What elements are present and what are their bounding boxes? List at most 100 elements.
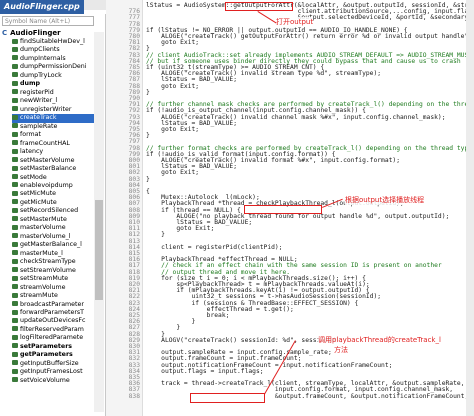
sidebar-item[interactable]: setRecordSilenced <box>12 207 94 215</box>
sidebar-item-label: setParameters <box>20 342 73 350</box>
sidebar-item[interactable]: dumpPermissionDeni <box>12 63 94 71</box>
sidebar-item-label: getInputFramesLost <box>20 368 83 376</box>
function-icon <box>12 80 18 86</box>
code-line[interactable]: } <box>146 132 472 139</box>
sidebar-item[interactable]: setStreamVolume <box>12 267 94 275</box>
sidebar-item-label: checkStreamType <box>20 258 76 266</box>
tree-root-audioflinger[interactable]: C AudioFlinger <box>2 29 61 38</box>
sidebar-item[interactable]: forwardParametersT <box>12 309 94 317</box>
sidebar-item-label: dumpPermissionDeni <box>20 63 87 71</box>
sidebar-item[interactable]: getParameters <box>12 351 94 359</box>
sidebar-item[interactable]: newWriter_l <box>12 97 94 105</box>
sidebar-item[interactable]: sampleRate <box>12 123 94 131</box>
sidebar-item[interactable]: masterVolume_l <box>12 233 94 241</box>
code-line[interactable]: } <box>146 176 472 183</box>
sidebar-item[interactable]: getMasterBalance_l <box>12 241 94 249</box>
function-icon <box>12 148 18 154</box>
sidebar-item-label: frameCountHAL <box>20 139 70 147</box>
function-icon <box>12 317 18 323</box>
symbol-search-input[interactable]: Symbol Name (Alt+L) <box>2 16 94 26</box>
sidebar-item[interactable]: setVoiceVolume <box>12 377 94 385</box>
sidebar-item[interactable]: getInputBufferSize <box>12 360 94 368</box>
code-line[interactable]: } <box>146 89 472 96</box>
sidebar-item-label: latency <box>20 148 44 156</box>
annotation-label-call-createtrack: 调用playbackThread的createTrack_l <box>318 335 441 345</box>
sidebar-item[interactable]: masterMute_l <box>12 250 94 258</box>
sidebar-item[interactable]: logFilteredParamete <box>12 334 94 342</box>
function-icon <box>12 275 18 281</box>
sidebar-item[interactable]: checkStreamType <box>12 258 94 266</box>
function-icon <box>12 199 18 205</box>
function-icon <box>12 46 18 52</box>
sidebar-item-label: setMasterMute <box>20 215 67 223</box>
function-icon <box>12 190 18 196</box>
function-icon <box>12 123 18 129</box>
sidebar-item-label: masterVolume_l <box>20 232 71 240</box>
sidebar-item[interactable]: setMode <box>12 174 94 182</box>
sidebar-item[interactable]: dump <box>12 80 94 88</box>
sidebar-item[interactable]: getMicMute <box>12 199 94 207</box>
symbol-sidebar: Symbol Name (Alt+L) C AudioFlinger findSu… <box>0 14 106 416</box>
sidebar-item[interactable]: findSuitableHwDev_l <box>12 38 94 46</box>
sidebar-item-label: setVoiceVolume <box>20 376 70 384</box>
sidebar-item-label: getInputBufferSize <box>20 359 79 367</box>
sidebar-item[interactable]: streamVolume <box>12 284 94 292</box>
sidebar-item-label: sampleRate <box>20 122 58 130</box>
sidebar-item[interactable]: latency <box>12 148 94 156</box>
sidebar-item[interactable]: format <box>12 131 94 139</box>
function-icon <box>12 157 18 163</box>
sidebar-item-label: dumpInternals <box>20 54 66 62</box>
sidebar-item-label: masterMute_l <box>20 249 63 257</box>
sidebar-item[interactable]: setMasterMute <box>12 216 94 224</box>
sidebar-item-label: broadcastParameter <box>20 300 84 308</box>
sidebar-item[interactable]: setMasterVolume <box>12 157 94 165</box>
function-icon <box>12 38 18 44</box>
function-icon <box>12 72 18 78</box>
function-icon <box>12 165 18 171</box>
function-icon <box>12 224 18 230</box>
code-line[interactable]: client = registerPid(clientPid); <box>146 244 472 251</box>
sidebar-item[interactable]: setMasterBalance <box>12 165 94 173</box>
sidebar-item[interactable]: registerPid <box>12 89 94 97</box>
sidebar-item[interactable]: setStreamMute <box>12 275 94 283</box>
sidebar-item[interactable]: streamMute <box>12 292 94 300</box>
sidebar-item[interactable]: masterVolume <box>12 224 94 232</box>
sidebar-item[interactable]: unregisterWriter <box>12 106 94 114</box>
annotation-box-getoutputforattr <box>225 2 293 11</box>
sidebar-scrollbar[interactable] <box>94 32 104 412</box>
annotation-label-open-output: 打开output <box>276 17 314 27</box>
sidebar-item-label: enablevoipdump <box>20 181 73 189</box>
function-icon <box>12 351 18 357</box>
sidebar-item[interactable]: dumpInternals <box>12 55 94 63</box>
function-icon <box>12 250 18 256</box>
sidebar-item[interactable]: getInputFramesLost <box>12 368 94 376</box>
file-tab[interactable]: AudioFlinger.cpp <box>0 0 84 14</box>
function-icon <box>12 360 18 366</box>
sidebar-scroll-thumb[interactable] <box>95 200 103 300</box>
function-icon <box>12 140 18 146</box>
class-icon: C <box>2 29 8 37</box>
sidebar-item[interactable]: dumpClients <box>12 46 94 54</box>
sidebar-item[interactable]: updateOutDevicesFc <box>12 317 94 325</box>
function-icon <box>12 241 18 247</box>
function-icon <box>12 55 18 61</box>
sidebar-item[interactable]: broadcastParameter <box>12 301 94 309</box>
function-icon <box>12 216 18 222</box>
code-line[interactable]: } <box>146 231 472 238</box>
sidebar-item[interactable]: frameCountHAL <box>12 140 94 148</box>
editor-scrollbar[interactable] <box>466 0 474 416</box>
tree-root-label: AudioFlinger <box>10 29 61 37</box>
sidebar-item-label: setMasterBalance <box>20 165 77 173</box>
sidebar-item-label: setStreamVolume <box>20 266 76 274</box>
sidebar-item[interactable]: setParameters <box>12 343 94 351</box>
sidebar-item[interactable]: setMicMute <box>12 190 94 198</box>
annotation-box-checkplaybackthread <box>244 205 322 214</box>
sidebar-item[interactable]: dumpTryLock <box>12 72 94 80</box>
code-line[interactable]: output.flags = input.flags; <box>146 368 472 375</box>
function-icon <box>12 63 18 69</box>
sidebar-item[interactable]: filterReservedParam <box>12 326 94 334</box>
sidebar-item[interactable]: enablevoipdump <box>12 182 94 190</box>
sidebar-item-label: getMicMute <box>20 198 57 206</box>
sidebar-item-label: forwardParametersT <box>20 309 85 316</box>
sidebar-item[interactable]: createTrack <box>12 114 94 123</box>
